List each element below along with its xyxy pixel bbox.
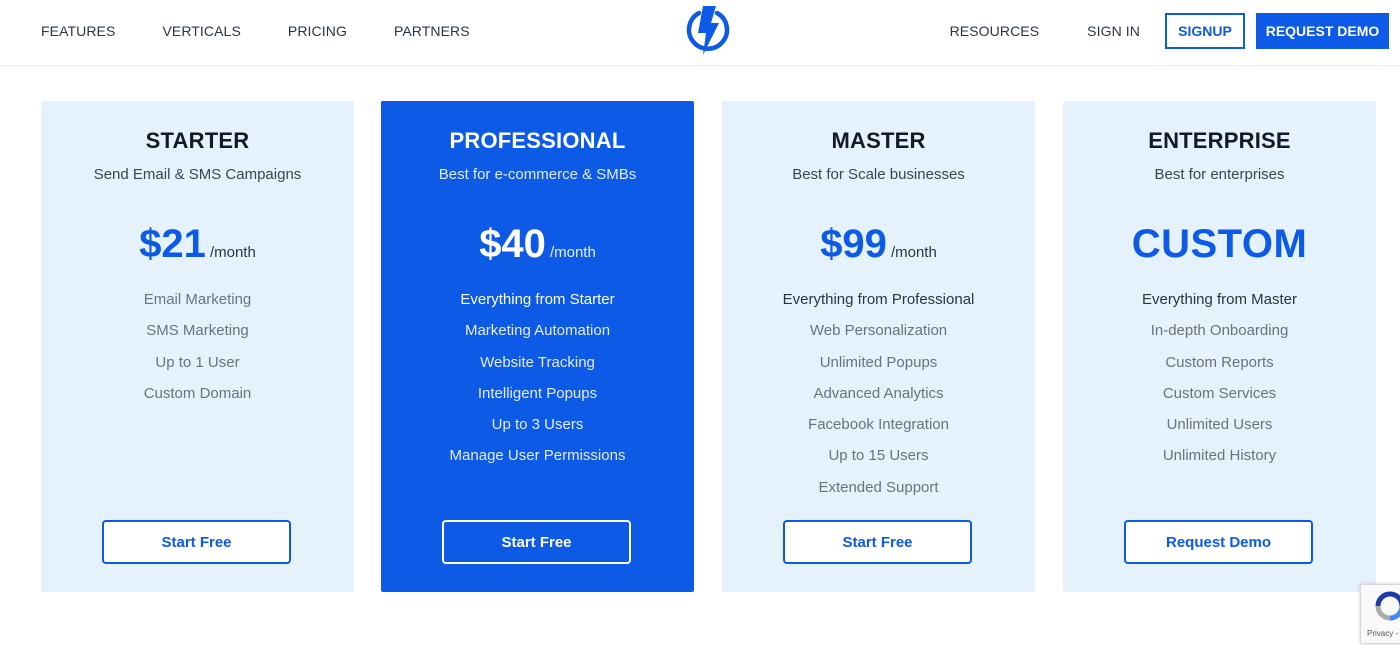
start-free-button[interactable]: Start Free: [783, 520, 972, 564]
plan-price: CUSTOM: [1131, 222, 1308, 266]
nav-verticals[interactable]: VERTICALS: [162, 23, 240, 39]
pricing-card-professional: PROFESSIONAL Best for e-commerce & SMBs …: [381, 101, 694, 592]
feature-list: Everything from Professional Web Persona…: [722, 291, 1035, 510]
feature-list: Everything from Master In-depth Onboardi…: [1063, 291, 1376, 479]
feature-item: Email Marketing: [143, 291, 252, 308]
feature-item: Up to 15 Users: [828, 447, 929, 465]
feature-item: SMS Marketing: [146, 322, 249, 340]
feature-item: Unlimited History: [1162, 447, 1277, 465]
price-row: $99 /month: [722, 222, 1035, 266]
pricing-card-starter: STARTER Send Email & SMS Campaigns $21 /…: [41, 101, 354, 592]
secondary-nav: RESOURCES SIGN IN SIGNUP REQUEST DEMO: [950, 0, 1389, 62]
start-free-button[interactable]: Start Free: [102, 520, 291, 564]
plan-subtitle: Best for Scale businesses: [792, 166, 965, 183]
lightning-bolt-icon[interactable]: [683, 5, 733, 57]
request-demo-card-button[interactable]: Request Demo: [1124, 520, 1313, 564]
plan-name: PROFESSIONAL: [449, 128, 626, 153]
feature-item: Custom Services: [1162, 384, 1277, 402]
plan-name: ENTERPRISE: [1148, 128, 1291, 153]
recaptcha-privacy-link[interactable]: Privacy -: [1367, 629, 1398, 638]
plan-name: STARTER: [145, 128, 250, 153]
plan-price: $99: [820, 222, 887, 266]
recaptcha-icon: [1375, 591, 1400, 621]
feature-list: Email Marketing SMS Marketing Up to 1 Us…: [41, 291, 354, 416]
nav-pricing[interactable]: PRICING: [288, 23, 347, 39]
feature-item: Marketing Automation: [464, 322, 611, 340]
price-row: $21 /month: [41, 222, 354, 266]
plan-price: $21: [139, 222, 206, 266]
price-row: CUSTOM: [1063, 222, 1376, 266]
feature-item: Custom Reports: [1165, 353, 1274, 371]
site-header: FEATURES VERTICALS PRICING PARTNERS RESO…: [0, 0, 1400, 66]
feature-item: Up to 1 User: [155, 353, 240, 371]
feature-item: Everything from Master: [1141, 291, 1298, 308]
feature-item: Everything from Starter: [460, 291, 615, 308]
feature-item: Extended Support: [818, 478, 939, 496]
plan-subtitle: Best for e-commerce & SMBs: [438, 166, 637, 183]
plan-subtitle: Best for enterprises: [1154, 166, 1285, 183]
price-period: /month: [549, 244, 596, 261]
nav-features[interactable]: FEATURES: [41, 23, 115, 39]
primary-nav: FEATURES VERTICALS PRICING PARTNERS: [41, 0, 517, 62]
feature-item: Facebook Integration: [808, 416, 949, 434]
feature-item: Advanced Analytics: [813, 384, 944, 402]
feature-item: In-depth Onboarding: [1150, 322, 1289, 340]
pricing-card-master: MASTER Best for Scale businesses $99 /mo…: [722, 101, 1035, 592]
feature-list: Everything from Starter Marketing Automa…: [381, 291, 694, 479]
feature-item: Intelligent Popups: [477, 384, 598, 402]
feature-item: Manage User Permissions: [449, 447, 626, 465]
feature-item: Web Personalization: [809, 322, 948, 340]
feature-item: Unlimited Popups: [819, 353, 938, 371]
plan-name: MASTER: [831, 128, 926, 153]
signup-button[interactable]: SIGNUP: [1165, 13, 1245, 49]
plan-price: $40: [479, 222, 546, 266]
feature-item: Custom Domain: [143, 384, 252, 402]
price-period: /month: [890, 244, 937, 261]
pricing-card-enterprise: ENTERPRISE Best for enterprises CUSTOM E…: [1063, 101, 1376, 592]
feature-item: Website Tracking: [480, 353, 595, 371]
nav-partners[interactable]: PARTNERS: [394, 23, 470, 39]
nav-resources[interactable]: RESOURCES: [950, 23, 1040, 39]
nav-signin[interactable]: SIGN IN: [1087, 23, 1140, 39]
recaptcha-badge[interactable]: Privacy -: [1360, 584, 1400, 644]
feature-item: Everything from Professional: [782, 291, 975, 308]
feature-item: Unlimited Users: [1166, 416, 1273, 434]
price-period: /month: [209, 244, 256, 261]
price-row: $40 /month: [381, 222, 694, 266]
start-free-button[interactable]: Start Free: [442, 520, 631, 564]
request-demo-button[interactable]: REQUEST DEMO: [1256, 13, 1389, 49]
feature-item: Up to 3 Users: [491, 416, 584, 434]
plan-subtitle: Send Email & SMS Campaigns: [93, 166, 302, 183]
